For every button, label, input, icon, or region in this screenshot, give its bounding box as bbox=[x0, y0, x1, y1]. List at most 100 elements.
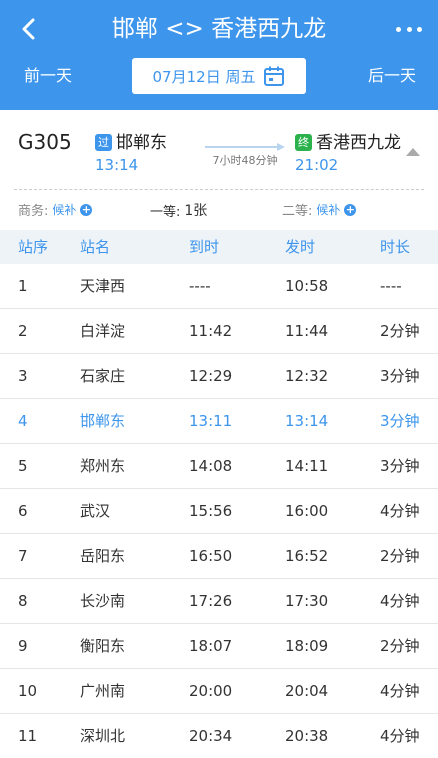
from-station-name: 邯郸东 bbox=[116, 133, 167, 153]
stop-no: 1 bbox=[18, 277, 28, 295]
arrive-time: 11:42 bbox=[189, 322, 233, 340]
depart-time: 14:11 bbox=[285, 457, 329, 475]
to-station: 终香港西九龙 bbox=[295, 128, 401, 153]
seat-second[interactable]: 二等: 候补 + bbox=[282, 200, 357, 219]
col-header: 站序 bbox=[18, 238, 49, 256]
depart-time: 11:44 bbox=[285, 322, 329, 340]
table-row: 1 天津西 ---- 10:58 ---- bbox=[0, 264, 438, 309]
station-name: 白洋淀 bbox=[80, 322, 126, 340]
stop-duration: 4分钟 bbox=[380, 592, 420, 610]
arrow-right-icon bbox=[205, 143, 285, 151]
table-row: 11 深圳北 20:34 20:38 4分钟 bbox=[0, 714, 438, 758]
from-station: 过邯郸东 bbox=[95, 128, 167, 153]
station-name: 长沙南 bbox=[80, 592, 126, 610]
stop-duration: 3分钟 bbox=[380, 367, 420, 385]
stop-no: 5 bbox=[18, 457, 28, 475]
col-header: 时长 bbox=[380, 238, 411, 256]
stop-no: 8 bbox=[18, 592, 28, 610]
station-name: 天津西 bbox=[80, 277, 126, 295]
stop-duration: 3分钟 bbox=[380, 457, 420, 475]
table-row: 5 郑州东 14:08 14:11 3分钟 bbox=[0, 444, 438, 489]
station-name: 深圳北 bbox=[80, 727, 126, 745]
back-chevron-icon[interactable] bbox=[14, 14, 44, 44]
station-name: 广州南 bbox=[80, 682, 126, 700]
table-row: 3 石家庄 12:29 12:32 3分钟 bbox=[0, 354, 438, 399]
date-label: 07月12日 周五 bbox=[152, 67, 256, 86]
table-row: 6 武汉 15:56 16:00 4分钟 bbox=[0, 489, 438, 534]
divider bbox=[14, 189, 424, 190]
stop-duration: 2分钟 bbox=[380, 547, 420, 565]
stop-duration: 2分钟 bbox=[380, 637, 420, 655]
caret-up-icon[interactable] bbox=[406, 148, 420, 156]
arrive-time: 17:26 bbox=[189, 592, 233, 610]
stop-duration: 2分钟 bbox=[380, 322, 420, 340]
seat-value: 候补 bbox=[316, 203, 341, 217]
arrive-time: 20:34 bbox=[189, 727, 233, 745]
stop-duration: 4分钟 bbox=[380, 727, 420, 745]
date-picker[interactable]: 07月12日 周五 bbox=[132, 58, 306, 94]
stop-duration: 4分钟 bbox=[380, 502, 420, 520]
page-title: 邯郸 <> 香港西九龙 bbox=[111, 16, 327, 42]
seat-availability: 商务: 候补 + 一等: 1张 二等: 候补 + bbox=[0, 196, 438, 224]
stop-no: 10 bbox=[18, 682, 38, 700]
stop-no: 3 bbox=[18, 367, 28, 385]
prev-day-button[interactable]: 前一天 bbox=[24, 64, 72, 88]
stop-duration: 3分钟 bbox=[380, 412, 420, 430]
depart-time: 20:38 bbox=[285, 727, 329, 745]
depart-time: 13:14 bbox=[95, 156, 139, 174]
station-name: 岳阳东 bbox=[80, 547, 126, 565]
stop-no: 9 bbox=[18, 637, 28, 655]
seat-business[interactable]: 商务: 候补 + bbox=[18, 200, 93, 219]
depart-time: 17:30 bbox=[285, 592, 329, 610]
stop-no: 11 bbox=[18, 727, 38, 745]
depart-time: 16:52 bbox=[285, 547, 329, 565]
seat-label: 二等: bbox=[282, 204, 313, 219]
depart-time: 16:00 bbox=[285, 502, 329, 520]
station-name: 石家庄 bbox=[80, 367, 126, 385]
stop-duration: ---- bbox=[380, 277, 402, 295]
depart-time: 12:32 bbox=[285, 367, 329, 385]
table-header: 站序 站名 到时 发时 时长 bbox=[0, 230, 438, 264]
stop-no: 2 bbox=[18, 322, 28, 340]
stop-duration: 4分钟 bbox=[380, 682, 420, 700]
station-name: 邯郸东 bbox=[80, 412, 126, 430]
more-dots-icon[interactable] bbox=[394, 14, 424, 44]
arrive-time: ---- bbox=[189, 277, 211, 295]
table-row: 7 岳阳东 16:50 16:52 2分钟 bbox=[0, 534, 438, 579]
next-day-button[interactable]: 后一天 bbox=[368, 64, 416, 88]
plus-icon: + bbox=[344, 202, 357, 216]
seat-first: 一等: 1张 bbox=[150, 200, 207, 220]
table-row: 4 邯郸东 13:11 13:14 3分钟 bbox=[0, 399, 438, 444]
station-name: 郑州东 bbox=[80, 457, 126, 475]
train-number: G305 bbox=[18, 130, 72, 154]
seat-value: 1张 bbox=[184, 203, 208, 219]
depart-time: 20:04 bbox=[285, 682, 329, 700]
to-station-name: 香港西九龙 bbox=[316, 133, 401, 153]
arrive-time: 20:00 bbox=[189, 682, 233, 700]
stop-no: 7 bbox=[18, 547, 28, 565]
arrive-time: 15:56 bbox=[189, 502, 233, 520]
train-summary: G305 过邯郸东 13:14 7小时48分钟 终香港西九龙 21:02 bbox=[0, 112, 438, 190]
duration: 7小时48分钟 bbox=[212, 154, 278, 167]
stop-no: 6 bbox=[18, 502, 28, 520]
station-name: 武汉 bbox=[80, 502, 111, 520]
table-row: 8 长沙南 17:26 17:30 4分钟 bbox=[0, 579, 438, 624]
table-row: 9 衡阳东 18:07 18:09 2分钟 bbox=[0, 624, 438, 669]
table-row: 10 广州南 20:00 20:04 4分钟 bbox=[0, 669, 438, 714]
stop-no: 4 bbox=[18, 412, 28, 430]
arrive-time: 16:50 bbox=[189, 547, 233, 565]
station-name: 衡阳东 bbox=[80, 637, 126, 655]
station-list: 1 天津西 ---- 10:58 ---- 2 白洋淀 11:42 11:44 2分钟 3 石家庄 12… bbox=[0, 264, 438, 758]
arrive-time: 12:29 bbox=[189, 367, 233, 385]
col-header: 发时 bbox=[285, 238, 316, 256]
arrive-time: 14:08 bbox=[189, 457, 233, 475]
col-header: 到时 bbox=[189, 238, 220, 256]
col-header: 站名 bbox=[80, 238, 111, 256]
terminal-badge: 终 bbox=[295, 134, 312, 151]
header: 邯郸 <> 香港西九龙 前一天 07月12日 周五 后一天 bbox=[0, 0, 438, 110]
seat-label: 一等: bbox=[150, 204, 181, 220]
calendar-icon bbox=[264, 66, 285, 86]
arrive-time: 18:07 bbox=[189, 637, 233, 655]
seat-label: 商务: bbox=[18, 204, 49, 219]
table-row: 2 白洋淀 11:42 11:44 2分钟 bbox=[0, 309, 438, 354]
